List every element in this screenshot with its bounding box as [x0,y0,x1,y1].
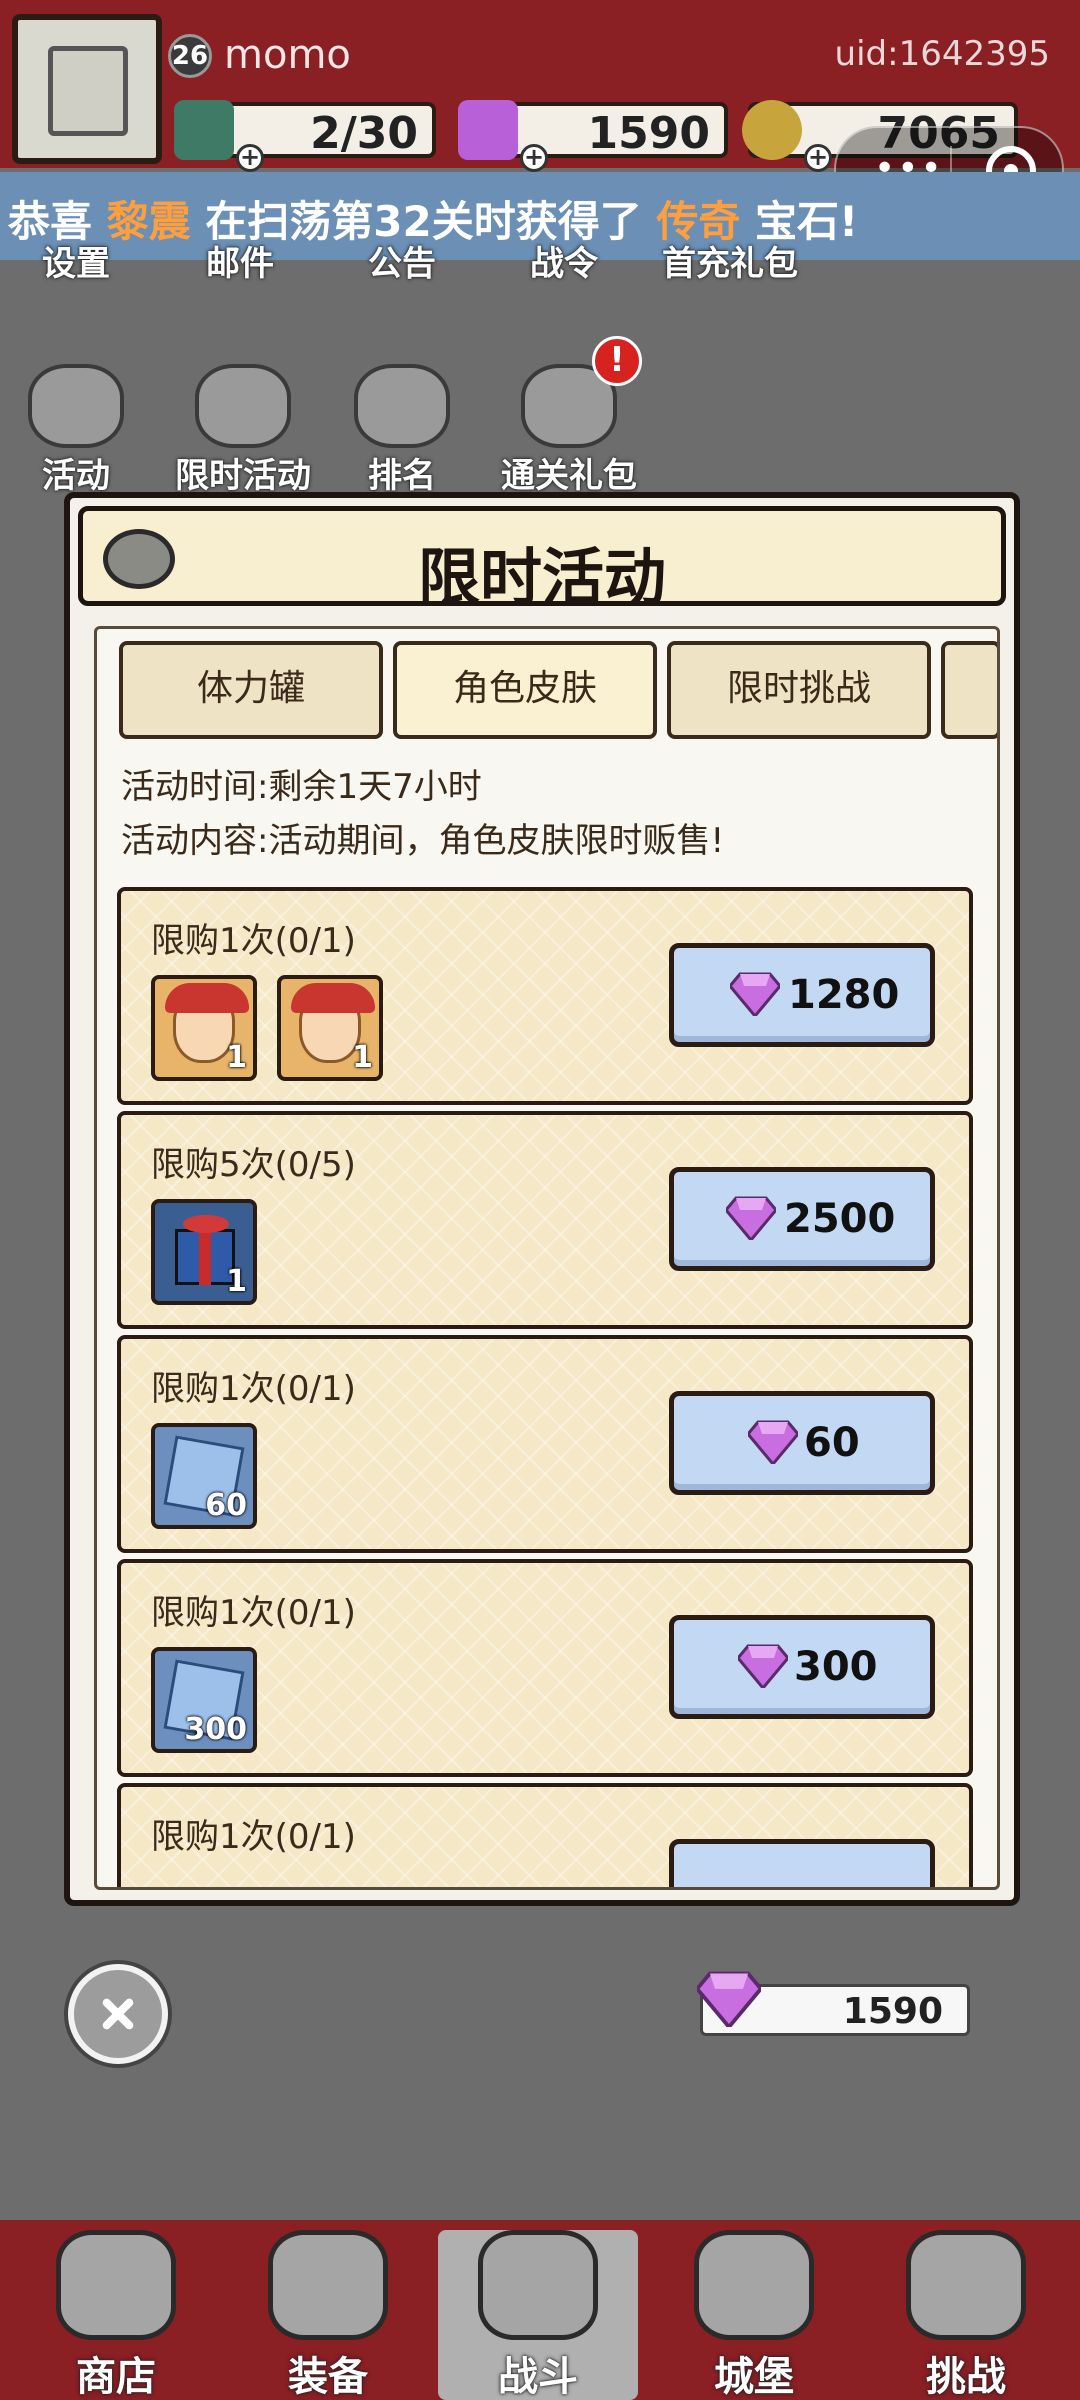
buy-button[interactable] [669,1839,935,1887]
player-avatar[interactable] [12,14,162,164]
coin-icon [742,100,802,160]
avatar-figure [48,46,128,136]
castle-icon [694,2230,814,2340]
player-level-badge: 26 [168,34,212,78]
buy-button[interactable]: 60 [669,1391,935,1495]
offer-row: 限购1次(0/1) 1 1 1280 [117,887,973,1105]
menu-ranking[interactable]: 排名 [342,364,462,497]
price-value: 60 [804,1420,860,1466]
gem-counter[interactable]: + 1590 [458,100,728,172]
add-coins-button[interactable]: + [804,144,832,172]
menu-battle-pass[interactable]: 战令 [504,236,624,285]
santa-hat [291,983,375,1013]
menu-notice[interactable]: 公告 [342,236,462,285]
item-quantity: 1 [226,1264,247,1299]
nav-challenge[interactable]: 挑战 [866,2230,1066,2400]
crossed-swords-icon [478,2230,598,2340]
modal-title: 限时活动 [417,541,666,614]
gem-icon [458,100,518,160]
bottom-nav: 商店 装备 战斗 城堡 挑战 [0,2220,1080,2400]
modal-body: 体力罐 角色皮肤 限时挑战 活动时间:剩余1天7小时 活动内容:活动期间，角色皮… [94,626,1000,1890]
item-quantity: 1 [226,1040,247,1075]
menu-settings[interactable]: 设置 [16,236,136,285]
purchase-limit: 限购1次(0/1) [151,1593,356,1633]
offer-row: 限购1次(0/1) 60 60 [117,1335,973,1553]
offer-row: 限购1次(0/1) [117,1783,973,1887]
buy-button[interactable]: 2500 [669,1167,935,1271]
price-value: 1280 [788,972,900,1018]
menu-first-recharge[interactable]: 首充礼包 [650,236,810,285]
nav-castle[interactable]: 城堡 [654,2230,854,2400]
gem-balance-bar: 1590 [697,1971,970,2036]
gem-icon [730,972,780,1016]
purchase-limit: 限购1次(0/1) [151,1817,356,1857]
limited-events-modal: 限时活动 体力罐 角色皮肤 限时挑战 活动时间:剩余1天7小时 活动内容:活动期… [64,492,1020,1906]
menu-limited-events[interactable]: 限时活动 [168,364,318,497]
stamina-counter[interactable]: + 2/30 [174,100,436,172]
event-content-text: 活动内容:活动期间，角色皮肤限时贩售! [121,821,725,861]
gift-box-item[interactable]: 1 [151,1199,257,1305]
close-button[interactable] [68,1964,168,2064]
tab-more[interactable] [941,641,997,739]
backpack-icon [268,2230,388,2340]
shield-icon [906,2230,1026,2340]
purchase-limit: 限购5次(0/5) [151,1145,356,1185]
purchase-limit: 限购1次(0/1) [151,921,356,961]
item-quantity: 60 [205,1488,247,1523]
buy-button[interactable]: 300 [669,1615,935,1719]
nav-shop[interactable]: 商店 [16,2230,216,2400]
laurel-icon [28,364,124,448]
buy-button[interactable]: 1280 [669,943,935,1047]
add-gems-button[interactable]: + [520,144,548,172]
offer-row: 限购1次(0/1) 300 300 [117,1559,973,1777]
podium-icon [354,364,450,448]
price-value: 300 [794,1644,878,1690]
santa-hat [165,983,249,1013]
skin-item[interactable]: 1 [277,975,383,1081]
crystal-item[interactable]: 300 [151,1647,257,1753]
menu-events[interactable]: 活动 [16,364,136,497]
event-time-text: 活动时间:剩余1天7小时 [121,767,482,807]
purchase-limit: 限购1次(0/1) [151,1369,356,1409]
menu-mail[interactable]: 邮件 [180,236,300,285]
tab-stamina-potion[interactable]: 体力罐 [119,641,383,739]
gift-bow [183,1215,229,1233]
item-quantity: 300 [184,1712,247,1747]
tab-character-skin[interactable]: 角色皮肤 [393,641,657,739]
gem-icon [726,1196,776,1240]
skin-item[interactable]: 1 [151,975,257,1081]
nav-battle[interactable]: 战斗 [438,2230,638,2400]
player-uid: uid:1642395 [834,34,1050,74]
crystal-item[interactable]: 60 [151,1423,257,1529]
player-name: momo [224,32,351,78]
gem-balance-value: 1590 [842,1991,943,2032]
tab-limited-challenge[interactable]: 限时挑战 [667,641,931,739]
shop-icon [56,2230,176,2340]
hourglass-icon [195,364,291,448]
modal-header: 限时活动 [78,506,1006,614]
gem-icon [697,1971,761,2027]
item-quantity: 1 [352,1040,373,1075]
notification-badge: ! [592,336,642,386]
offer-row: 限购5次(0/5) 1 2500 [117,1111,973,1329]
nav-equipment[interactable]: 装备 [228,2230,428,2400]
add-stamina-button[interactable]: + [236,144,264,172]
gem-icon [748,1420,798,1464]
gem-icon [738,1644,788,1688]
price-value: 2500 [784,1196,896,1242]
stamina-icon [174,100,234,160]
